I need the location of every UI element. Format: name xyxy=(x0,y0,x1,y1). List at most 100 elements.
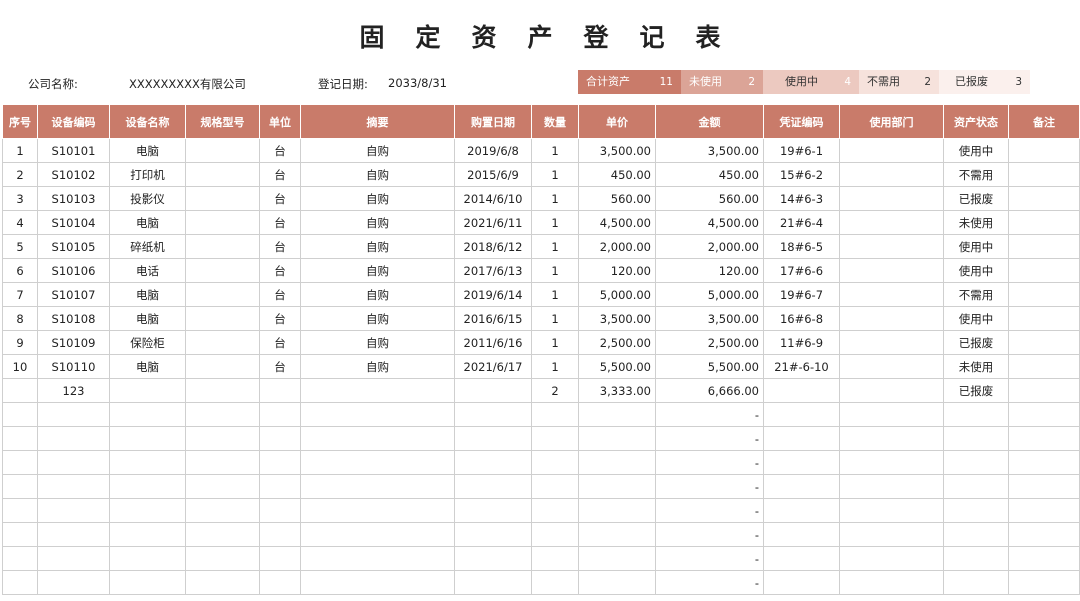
table-cell[interactable]: 自购 xyxy=(300,162,455,187)
table-cell[interactable] xyxy=(943,426,1009,451)
table-cell[interactable] xyxy=(109,498,186,523)
table-cell[interactable]: 4,500.00 xyxy=(655,210,764,235)
table-cell[interactable]: 1 xyxy=(2,138,38,163)
table-cell[interactable] xyxy=(578,546,656,571)
table-cell[interactable]: 2021/6/11 xyxy=(454,210,532,235)
table-cell[interactable]: 未使用 xyxy=(943,354,1009,379)
table-cell[interactable] xyxy=(454,474,532,499)
column-header[interactable]: 资产状态 xyxy=(943,104,1009,139)
table-cell[interactable] xyxy=(839,378,944,403)
table-cell[interactable] xyxy=(531,450,579,475)
table-cell[interactable] xyxy=(185,522,260,547)
table-cell[interactable] xyxy=(259,570,301,595)
table-cell[interactable] xyxy=(531,570,579,595)
table-cell[interactable] xyxy=(185,378,260,403)
table-cell[interactable]: - xyxy=(655,546,764,571)
table-cell[interactable]: 已报废 xyxy=(943,378,1009,403)
table-cell[interactable]: 未使用 xyxy=(943,210,1009,235)
table-cell[interactable]: 560.00 xyxy=(578,186,656,211)
table-cell[interactable]: 1 xyxy=(531,306,579,331)
table-cell[interactable]: 使用中 xyxy=(943,258,1009,283)
table-cell[interactable]: 120.00 xyxy=(655,258,764,283)
table-cell[interactable]: 5,000.00 xyxy=(578,282,656,307)
table-cell[interactable]: S10104 xyxy=(37,210,110,235)
table-cell[interactable] xyxy=(839,162,944,187)
table-cell[interactable] xyxy=(185,450,260,475)
table-cell[interactable] xyxy=(1008,426,1080,451)
table-cell[interactable]: 6 xyxy=(2,258,38,283)
table-cell[interactable] xyxy=(839,546,944,571)
table-cell[interactable] xyxy=(839,234,944,259)
table-cell[interactable] xyxy=(185,570,260,595)
table-cell[interactable] xyxy=(943,450,1009,475)
table-cell[interactable]: - xyxy=(655,450,764,475)
table-cell[interactable]: 已报废 xyxy=(943,330,1009,355)
table-cell[interactable]: 自购 xyxy=(300,282,455,307)
table-cell[interactable] xyxy=(300,546,455,571)
table-cell[interactable] xyxy=(109,570,186,595)
table-cell[interactable] xyxy=(2,498,38,523)
table-cell[interactable] xyxy=(37,498,110,523)
table-cell[interactable] xyxy=(531,522,579,547)
table-cell[interactable]: 3 xyxy=(2,186,38,211)
table-cell[interactable]: 自购 xyxy=(300,258,455,283)
table-cell[interactable]: 1 xyxy=(531,330,579,355)
table-cell[interactable]: 123 xyxy=(37,378,110,403)
table-cell[interactable] xyxy=(109,546,186,571)
table-cell[interactable]: 电脑 xyxy=(109,282,186,307)
table-cell[interactable] xyxy=(2,474,38,499)
table-cell[interactable]: - xyxy=(655,522,764,547)
table-cell[interactable] xyxy=(185,546,260,571)
table-cell[interactable] xyxy=(1008,282,1080,307)
table-cell[interactable]: 1 xyxy=(531,138,579,163)
table-cell[interactable] xyxy=(259,426,301,451)
table-cell[interactable]: 自购 xyxy=(300,330,455,355)
table-cell[interactable]: 1 xyxy=(531,210,579,235)
table-cell[interactable] xyxy=(300,498,455,523)
table-cell[interactable] xyxy=(300,450,455,475)
table-cell[interactable] xyxy=(1008,234,1080,259)
table-cell[interactable] xyxy=(300,570,455,595)
table-cell[interactable] xyxy=(531,426,579,451)
table-cell[interactable]: 自购 xyxy=(300,234,455,259)
table-cell[interactable] xyxy=(839,450,944,475)
table-cell[interactable] xyxy=(1008,354,1080,379)
table-cell[interactable]: 保险柜 xyxy=(109,330,186,355)
table-cell[interactable] xyxy=(839,354,944,379)
table-cell[interactable] xyxy=(763,402,840,427)
column-header[interactable]: 规格型号 xyxy=(185,104,260,139)
table-cell[interactable] xyxy=(839,258,944,283)
table-cell[interactable] xyxy=(185,282,260,307)
table-cell[interactable] xyxy=(763,474,840,499)
table-cell[interactable] xyxy=(531,474,579,499)
table-cell[interactable]: 560.00 xyxy=(655,186,764,211)
table-cell[interactable] xyxy=(300,402,455,427)
table-cell[interactable] xyxy=(2,426,38,451)
table-cell[interactable]: - xyxy=(655,402,764,427)
table-cell[interactable]: 14#6-3 xyxy=(763,186,840,211)
table-cell[interactable] xyxy=(839,522,944,547)
table-cell[interactable] xyxy=(259,546,301,571)
table-cell[interactable] xyxy=(37,474,110,499)
table-cell[interactable]: 自购 xyxy=(300,186,455,211)
column-header[interactable]: 数量 xyxy=(531,104,579,139)
table-cell[interactable] xyxy=(2,378,38,403)
table-cell[interactable] xyxy=(1008,378,1080,403)
table-cell[interactable]: 3,500.00 xyxy=(655,306,764,331)
table-cell[interactable]: 2,500.00 xyxy=(655,330,764,355)
table-cell[interactable] xyxy=(839,402,944,427)
table-cell[interactable]: - xyxy=(655,498,764,523)
table-cell[interactable]: 2021/6/17 xyxy=(454,354,532,379)
table-cell[interactable] xyxy=(1008,450,1080,475)
table-cell[interactable]: 6,666.00 xyxy=(655,378,764,403)
company-value[interactable]: XXXXXXXXX有限公司 xyxy=(129,76,246,92)
table-cell[interactable] xyxy=(454,546,532,571)
column-header[interactable]: 使用部门 xyxy=(839,104,944,139)
table-cell[interactable]: 不需用 xyxy=(943,282,1009,307)
table-cell[interactable] xyxy=(109,378,186,403)
table-cell[interactable] xyxy=(185,162,260,187)
table-cell[interactable]: 9 xyxy=(2,330,38,355)
table-cell[interactable]: 使用中 xyxy=(943,234,1009,259)
table-cell[interactable]: 1 xyxy=(531,354,579,379)
column-header[interactable]: 备注 xyxy=(1008,104,1080,139)
